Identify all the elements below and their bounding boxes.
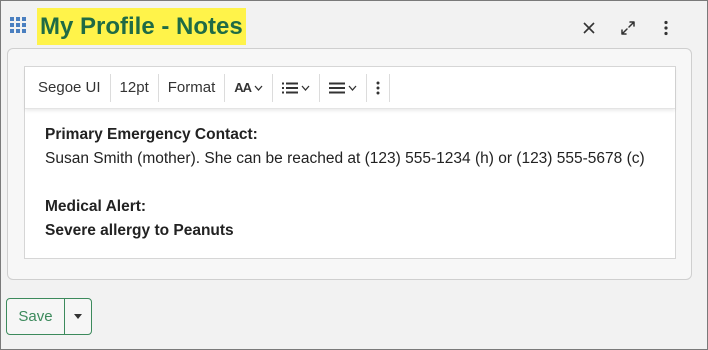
- rich-text-editor[interactable]: Segoe UI 12pt Format AA Primary Emergenc…: [24, 66, 676, 259]
- emergency-contact-text: Susan Smith (mother). She can be reached…: [45, 150, 645, 167]
- more-vertical-icon: [664, 20, 668, 36]
- align-button[interactable]: [320, 73, 368, 102]
- text-size-button[interactable]: AA: [225, 73, 274, 102]
- text-size-icon: AA: [234, 80, 252, 95]
- chevron-down-icon: [301, 85, 310, 91]
- list-button[interactable]: [273, 73, 321, 102]
- chevron-down-icon: [348, 85, 357, 91]
- close-icon: [583, 22, 595, 34]
- save-split-button: Save: [6, 298, 92, 335]
- chevron-down-icon: [254, 85, 263, 91]
- more-vertical-icon: [376, 81, 380, 94]
- notes-card: Segoe UI 12pt Format AA Primary Emergenc…: [7, 48, 692, 280]
- list-icon: [282, 82, 299, 93]
- header-bar: My Profile - Notes: [1, 1, 707, 47]
- expand-icon: [621, 21, 635, 35]
- medical-alert-text: Severe allergy to Peanuts: [45, 222, 234, 239]
- format-dropdown[interactable]: Format: [159, 73, 226, 102]
- caret-down-icon: [74, 314, 82, 319]
- medical-alert-heading: Medical Alert:: [45, 198, 147, 215]
- align-icon: [329, 82, 346, 93]
- page-title: My Profile - Notes: [37, 8, 246, 45]
- font-size-dropdown[interactable]: 12pt: [111, 73, 159, 102]
- font-family-dropdown[interactable]: Segoe UI: [29, 73, 111, 102]
- more-options-button[interactable]: [653, 15, 679, 41]
- editor-toolbar: Segoe UI 12pt Format AA: [25, 67, 675, 109]
- grid-icon[interactable]: [10, 17, 28, 35]
- emergency-contact-heading: Primary Emergency Contact:: [45, 126, 258, 143]
- more-tools-button[interactable]: [367, 73, 391, 102]
- save-button[interactable]: Save: [7, 299, 65, 334]
- save-options-dropdown[interactable]: [65, 299, 91, 334]
- expand-button[interactable]: [615, 15, 641, 41]
- close-button[interactable]: [576, 15, 602, 41]
- editor-content[interactable]: Primary Emergency Contact: Susan Smith (…: [45, 123, 665, 243]
